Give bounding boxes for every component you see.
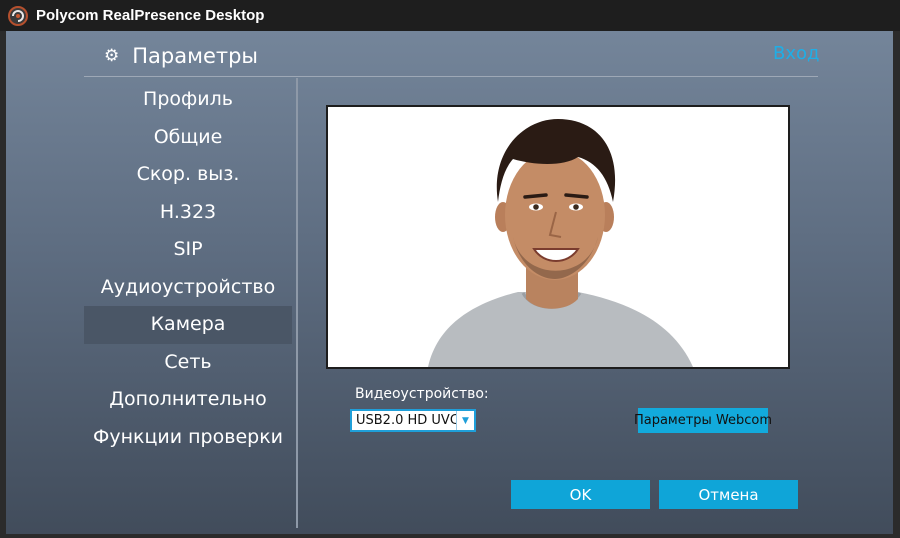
ok-button[interactable]: OK xyxy=(511,480,650,509)
webcam-person-image xyxy=(328,107,788,367)
settings-sidebar: Профиль Общие Скор. выз. H.323 SIP Аудио… xyxy=(84,81,292,456)
sidebar-divider xyxy=(296,78,298,528)
settings-header: ⚙ Параметры xyxy=(104,44,258,68)
video-device-select[interactable]: USB2.0 HD UVC ▼ xyxy=(350,409,476,432)
window-title: Polycom RealPresence Desktop xyxy=(36,7,265,24)
sidebar-item-speed-dial[interactable]: Скор. выз. xyxy=(84,156,292,194)
sidebar-item-general[interactable]: Общие xyxy=(84,119,292,157)
polycom-logo-icon xyxy=(8,5,28,26)
sidebar-item-sip[interactable]: SIP xyxy=(84,231,292,269)
video-device-label: Видеоустройство: xyxy=(355,386,489,402)
sidebar-item-camera[interactable]: Камера xyxy=(84,306,292,344)
sidebar-item-profile[interactable]: Профиль xyxy=(84,81,292,119)
chevron-down-icon[interactable]: ▼ xyxy=(456,411,474,430)
sidebar-item-audio-device[interactable]: Аудиоустройство xyxy=(84,269,292,307)
title-bar: Polycom RealPresence Desktop xyxy=(0,0,900,31)
webcam-settings-button[interactable]: Параметры Webcom xyxy=(634,408,772,433)
header-divider xyxy=(84,76,818,77)
gear-icon: ⚙ xyxy=(104,46,120,66)
page-title: Параметры xyxy=(132,44,259,68)
settings-window: ⚙ Параметры Вход Профиль Общие Скор. выз… xyxy=(6,31,893,534)
cancel-button[interactable]: Отмена xyxy=(659,480,798,509)
sidebar-item-network[interactable]: Сеть xyxy=(84,344,292,382)
sidebar-item-test-functions[interactable]: Функции проверки xyxy=(84,419,292,457)
sidebar-item-h323[interactable]: H.323 xyxy=(84,194,292,232)
login-link[interactable]: Вход xyxy=(773,43,819,64)
video-device-value: USB2.0 HD UVC xyxy=(356,413,456,428)
camera-preview xyxy=(326,105,790,369)
sidebar-item-advanced[interactable]: Дополнительно xyxy=(84,381,292,419)
